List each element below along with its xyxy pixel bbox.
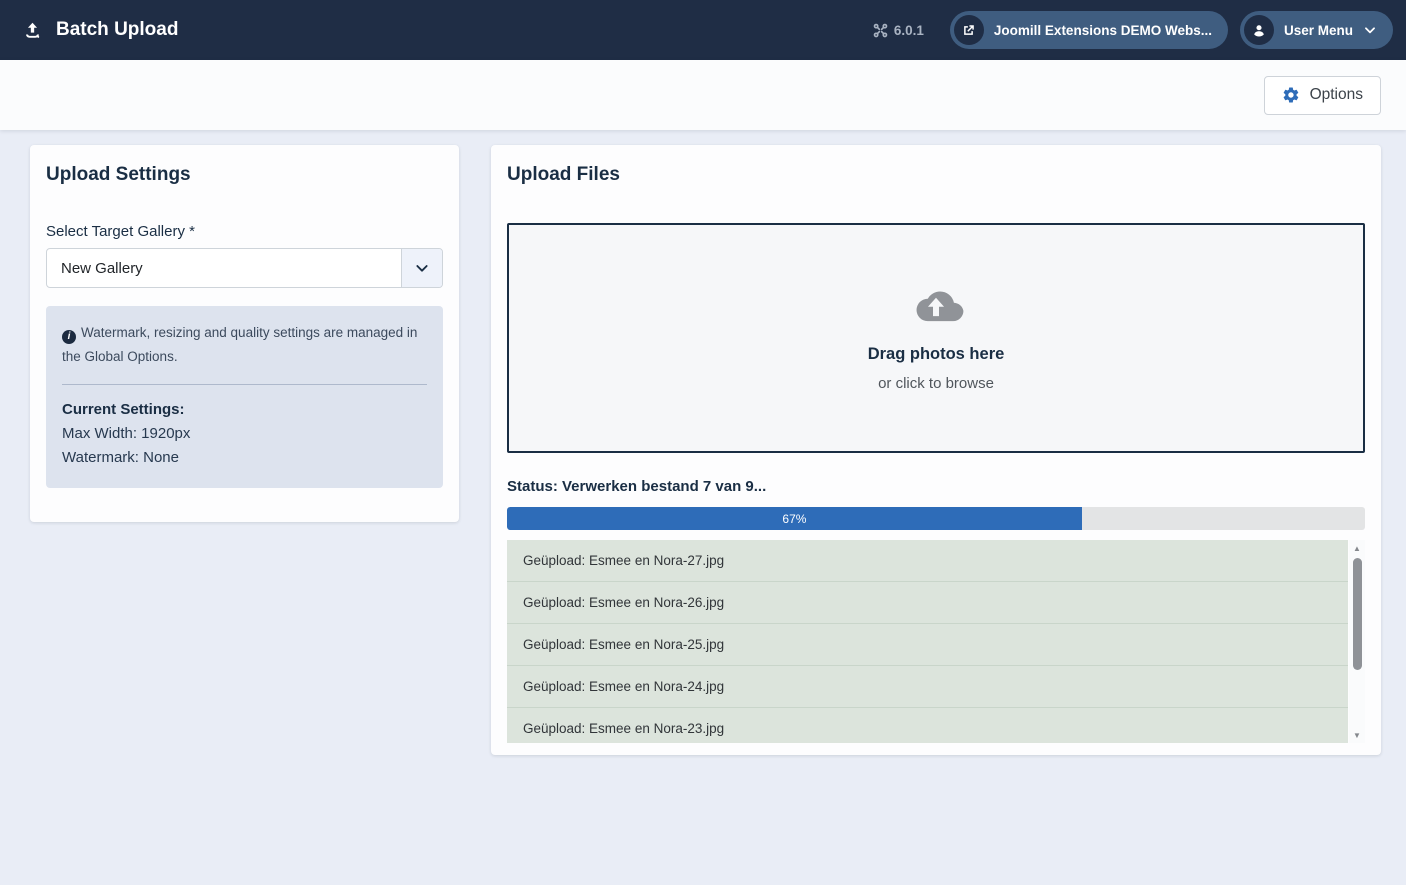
- log-item: Geüpload: Esmee en Nora-27.jpg: [507, 540, 1348, 582]
- external-link-icon: [954, 15, 984, 45]
- dropzone-secondary-text: or click to browse: [878, 375, 994, 392]
- current-settings-heading: Current Settings:: [62, 398, 427, 422]
- target-gallery-select[interactable]: New Gallery: [46, 248, 443, 288]
- progress-bar: 67%: [507, 507, 1365, 530]
- gear-icon: [1282, 86, 1300, 104]
- topbar: Batch Upload 6.0.1 Joomill Extensions DE…: [0, 0, 1406, 60]
- main-content: Upload Settings Select Target Gallery * …: [0, 130, 1406, 755]
- options-label: Options: [1310, 86, 1363, 104]
- options-button[interactable]: Options: [1264, 76, 1381, 115]
- joomla-version: 6.0.1: [873, 23, 924, 38]
- target-gallery-value: New Gallery: [47, 249, 401, 287]
- info-note-text: Watermark, resizing and quality settings…: [62, 325, 417, 364]
- scrollbar-down-arrow-icon[interactable]: ▼: [1349, 727, 1365, 743]
- demo-site-button[interactable]: Joomill Extensions DEMO Webs...: [950, 11, 1228, 49]
- cloud-upload-icon: [905, 284, 967, 330]
- upload-status-text: Status: Verwerken bestand 7 van 9...: [507, 478, 1365, 495]
- settings-info-box: iWatermark, resizing and quality setting…: [46, 306, 443, 488]
- scrollbar-up-arrow-icon[interactable]: ▲: [1349, 540, 1365, 556]
- log-item-text: Geüpload: Esmee en Nora-23.jpg: [523, 721, 724, 736]
- log-item: Geüpload: Esmee en Nora-26.jpg: [507, 582, 1348, 624]
- log-item: Geüpload: Esmee en Nora-23.jpg: [507, 708, 1348, 743]
- info-note: iWatermark, resizing and quality setting…: [62, 321, 427, 369]
- user-menu-button[interactable]: User Menu: [1240, 11, 1393, 49]
- current-watermark: Watermark: None: [62, 446, 427, 470]
- current-max-width: Max Width: 1920px: [62, 422, 427, 446]
- progress-fill: 67%: [507, 507, 1082, 530]
- chevron-down-icon: [1363, 23, 1377, 37]
- user-menu-label: User Menu: [1284, 23, 1353, 38]
- log-item: Geüpload: Esmee en Nora-24.jpg: [507, 666, 1348, 708]
- upload-files-title: Upload Files: [507, 164, 1365, 186]
- user-icon: [1244, 15, 1274, 45]
- version-label: 6.0.1: [894, 23, 924, 38]
- info-divider: [62, 384, 427, 385]
- upload-settings-title: Upload Settings: [46, 164, 443, 186]
- topbar-brand: Batch Upload: [22, 19, 178, 41]
- joomla-logo-icon: [873, 23, 888, 38]
- page-title: Batch Upload: [56, 19, 178, 41]
- log-item-text: Geüpload: Esmee en Nora-24.jpg: [523, 679, 724, 694]
- scrollbar-thumb[interactable]: [1353, 558, 1362, 670]
- target-gallery-label: Select Target Gallery *: [46, 223, 443, 240]
- upload-settings-card: Upload Settings Select Target Gallery * …: [30, 145, 459, 522]
- scrollbar[interactable]: ▲ ▼: [1349, 540, 1365, 743]
- log-item-text: Geüpload: Esmee en Nora-26.jpg: [523, 595, 724, 610]
- upload-log: Geüpload: Esmee en Nora-27.jpg Geüpload:…: [507, 540, 1365, 743]
- toolbar: Options: [0, 60, 1406, 130]
- select-chevron-down-icon[interactable]: [401, 249, 442, 287]
- progress-percent-label: 67%: [782, 512, 806, 526]
- log-item: Geüpload: Esmee en Nora-25.jpg: [507, 624, 1348, 666]
- dropzone-primary-text: Drag photos here: [868, 345, 1005, 364]
- log-item-text: Geüpload: Esmee en Nora-27.jpg: [523, 553, 724, 568]
- upload-log-list: Geüpload: Esmee en Nora-27.jpg Geüpload:…: [507, 540, 1348, 743]
- upload-icon: [22, 20, 43, 41]
- info-icon: i: [62, 330, 76, 344]
- upload-files-card: Upload Files Drag photos here or click t…: [491, 145, 1381, 755]
- demo-site-label: Joomill Extensions DEMO Webs...: [994, 23, 1212, 38]
- log-item-text: Geüpload: Esmee en Nora-25.jpg: [523, 637, 724, 652]
- dropzone[interactable]: Drag photos here or click to browse: [507, 223, 1365, 453]
- topbar-actions: 6.0.1 Joomill Extensions DEMO Webs... Us…: [873, 11, 1393, 49]
